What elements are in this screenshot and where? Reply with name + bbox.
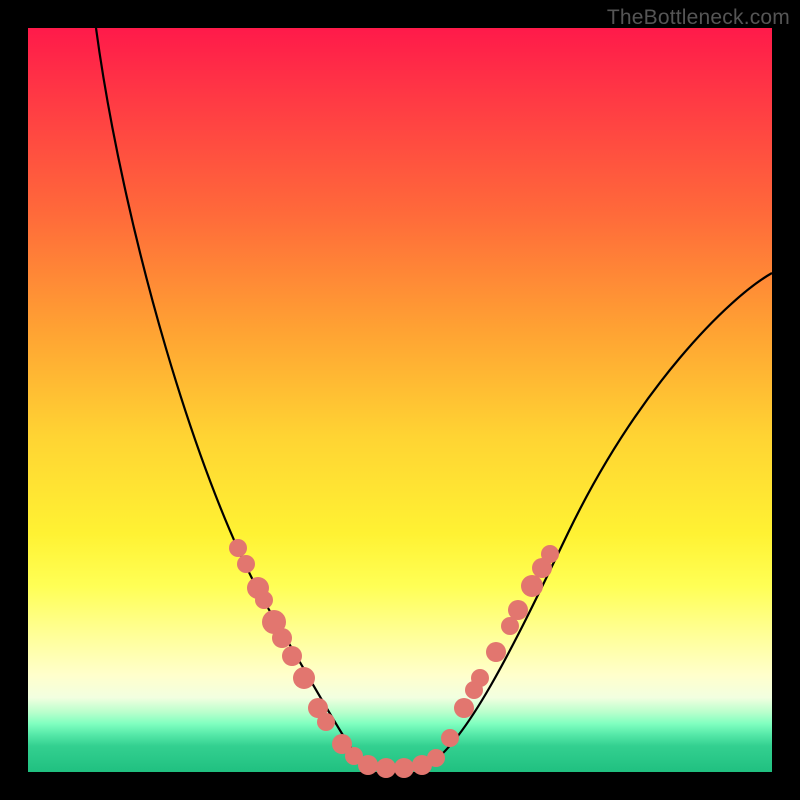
data-point <box>358 755 378 775</box>
data-point <box>521 575 543 597</box>
data-point <box>317 713 335 731</box>
data-point <box>272 628 292 648</box>
data-point <box>465 681 483 699</box>
data-point <box>376 758 396 778</box>
data-point <box>229 539 247 557</box>
data-point <box>394 758 414 778</box>
plot-area <box>28 28 772 772</box>
data-point <box>282 646 302 666</box>
data-point <box>508 600 528 620</box>
watermark-text: TheBottleneck.com <box>607 6 790 30</box>
data-point <box>486 642 506 662</box>
chart-frame: TheBottleneck.com <box>0 0 800 800</box>
curve-group <box>96 28 772 768</box>
curve-left-curve <box>96 28 398 768</box>
data-point <box>255 591 273 609</box>
data-point <box>237 555 255 573</box>
data-point <box>454 698 474 718</box>
curve-right-curve <box>398 273 772 768</box>
data-point <box>441 729 459 747</box>
data-point <box>427 749 445 767</box>
marker-group <box>229 539 559 778</box>
data-point <box>541 545 559 563</box>
data-point <box>293 667 315 689</box>
chart-svg <box>28 28 772 772</box>
